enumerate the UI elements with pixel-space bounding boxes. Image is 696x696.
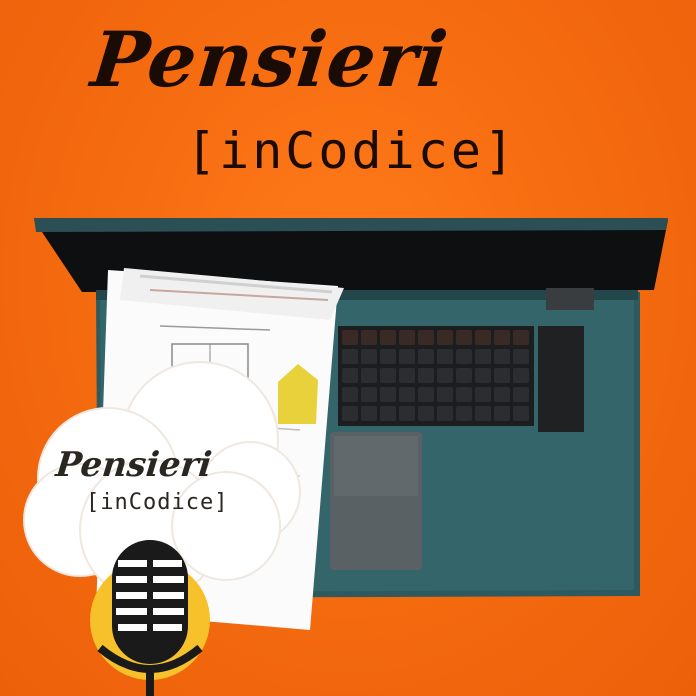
keyboard-key bbox=[513, 387, 529, 402]
keyboard-key bbox=[342, 349, 358, 364]
keyboard-key bbox=[494, 387, 510, 402]
keyboard-key bbox=[342, 387, 358, 402]
podcast-cover: Pensieri [inCodice] Pensieri [inCodice] bbox=[0, 0, 696, 696]
numpad bbox=[538, 326, 584, 432]
keyboard-key bbox=[418, 368, 434, 383]
keyboard-key bbox=[399, 330, 415, 345]
keyboard-key bbox=[399, 349, 415, 364]
keyboard-key bbox=[475, 387, 491, 402]
keyboard-key bbox=[342, 406, 358, 421]
keyboard-key bbox=[418, 406, 434, 421]
keyboard-key bbox=[513, 330, 529, 345]
keyboard-key bbox=[361, 330, 377, 345]
keyboard-key bbox=[475, 406, 491, 421]
keyboard-key bbox=[456, 349, 472, 364]
keyboard-key bbox=[342, 368, 358, 383]
keyboard-key bbox=[418, 387, 434, 402]
badge-title: Pensieri bbox=[53, 445, 214, 485]
keyboard-key bbox=[380, 330, 396, 345]
keyboard-key bbox=[494, 406, 510, 421]
microphone-icon bbox=[97, 540, 203, 696]
keyboard-key bbox=[399, 406, 415, 421]
keyboard-key bbox=[380, 387, 396, 402]
keyboard-key bbox=[456, 387, 472, 402]
keyboard-key bbox=[342, 330, 358, 345]
keyboard-key bbox=[494, 349, 510, 364]
keyboard-key bbox=[437, 387, 453, 402]
keyboard-key bbox=[437, 368, 453, 383]
keyboard-key bbox=[399, 387, 415, 402]
keyboard-key bbox=[513, 406, 529, 421]
keyboard-key bbox=[456, 330, 472, 345]
keyboard-key bbox=[494, 330, 510, 345]
keyboard-key bbox=[513, 368, 529, 383]
keyboard-key bbox=[380, 406, 396, 421]
keyboard-key bbox=[380, 368, 396, 383]
keyboard-key bbox=[456, 406, 472, 421]
keyboard-key bbox=[475, 349, 491, 364]
keyboard-key bbox=[437, 406, 453, 421]
keyboard-key bbox=[494, 368, 510, 383]
keyboard-key bbox=[437, 349, 453, 364]
keyboard-key bbox=[399, 368, 415, 383]
keyboard-key bbox=[361, 368, 377, 383]
keyboard-key bbox=[418, 330, 434, 345]
badge-subtitle: [inCodice] bbox=[86, 490, 229, 515]
cover-title: Pensieri bbox=[87, 15, 453, 104]
keyboard-key bbox=[513, 349, 529, 364]
keyboard-key bbox=[437, 330, 453, 345]
keyboard-key bbox=[361, 406, 377, 421]
keyboard-key bbox=[475, 368, 491, 383]
keyboard-key bbox=[361, 349, 377, 364]
keyboard-key bbox=[456, 368, 472, 383]
keyboard-key bbox=[418, 349, 434, 364]
keyboard bbox=[338, 326, 584, 432]
keyboard-key bbox=[361, 387, 377, 402]
keyboard-key bbox=[380, 349, 396, 364]
laptop-illustration bbox=[23, 218, 668, 696]
keyboard-key bbox=[475, 330, 491, 345]
cover-subtitle: [inCodice] bbox=[186, 122, 518, 180]
